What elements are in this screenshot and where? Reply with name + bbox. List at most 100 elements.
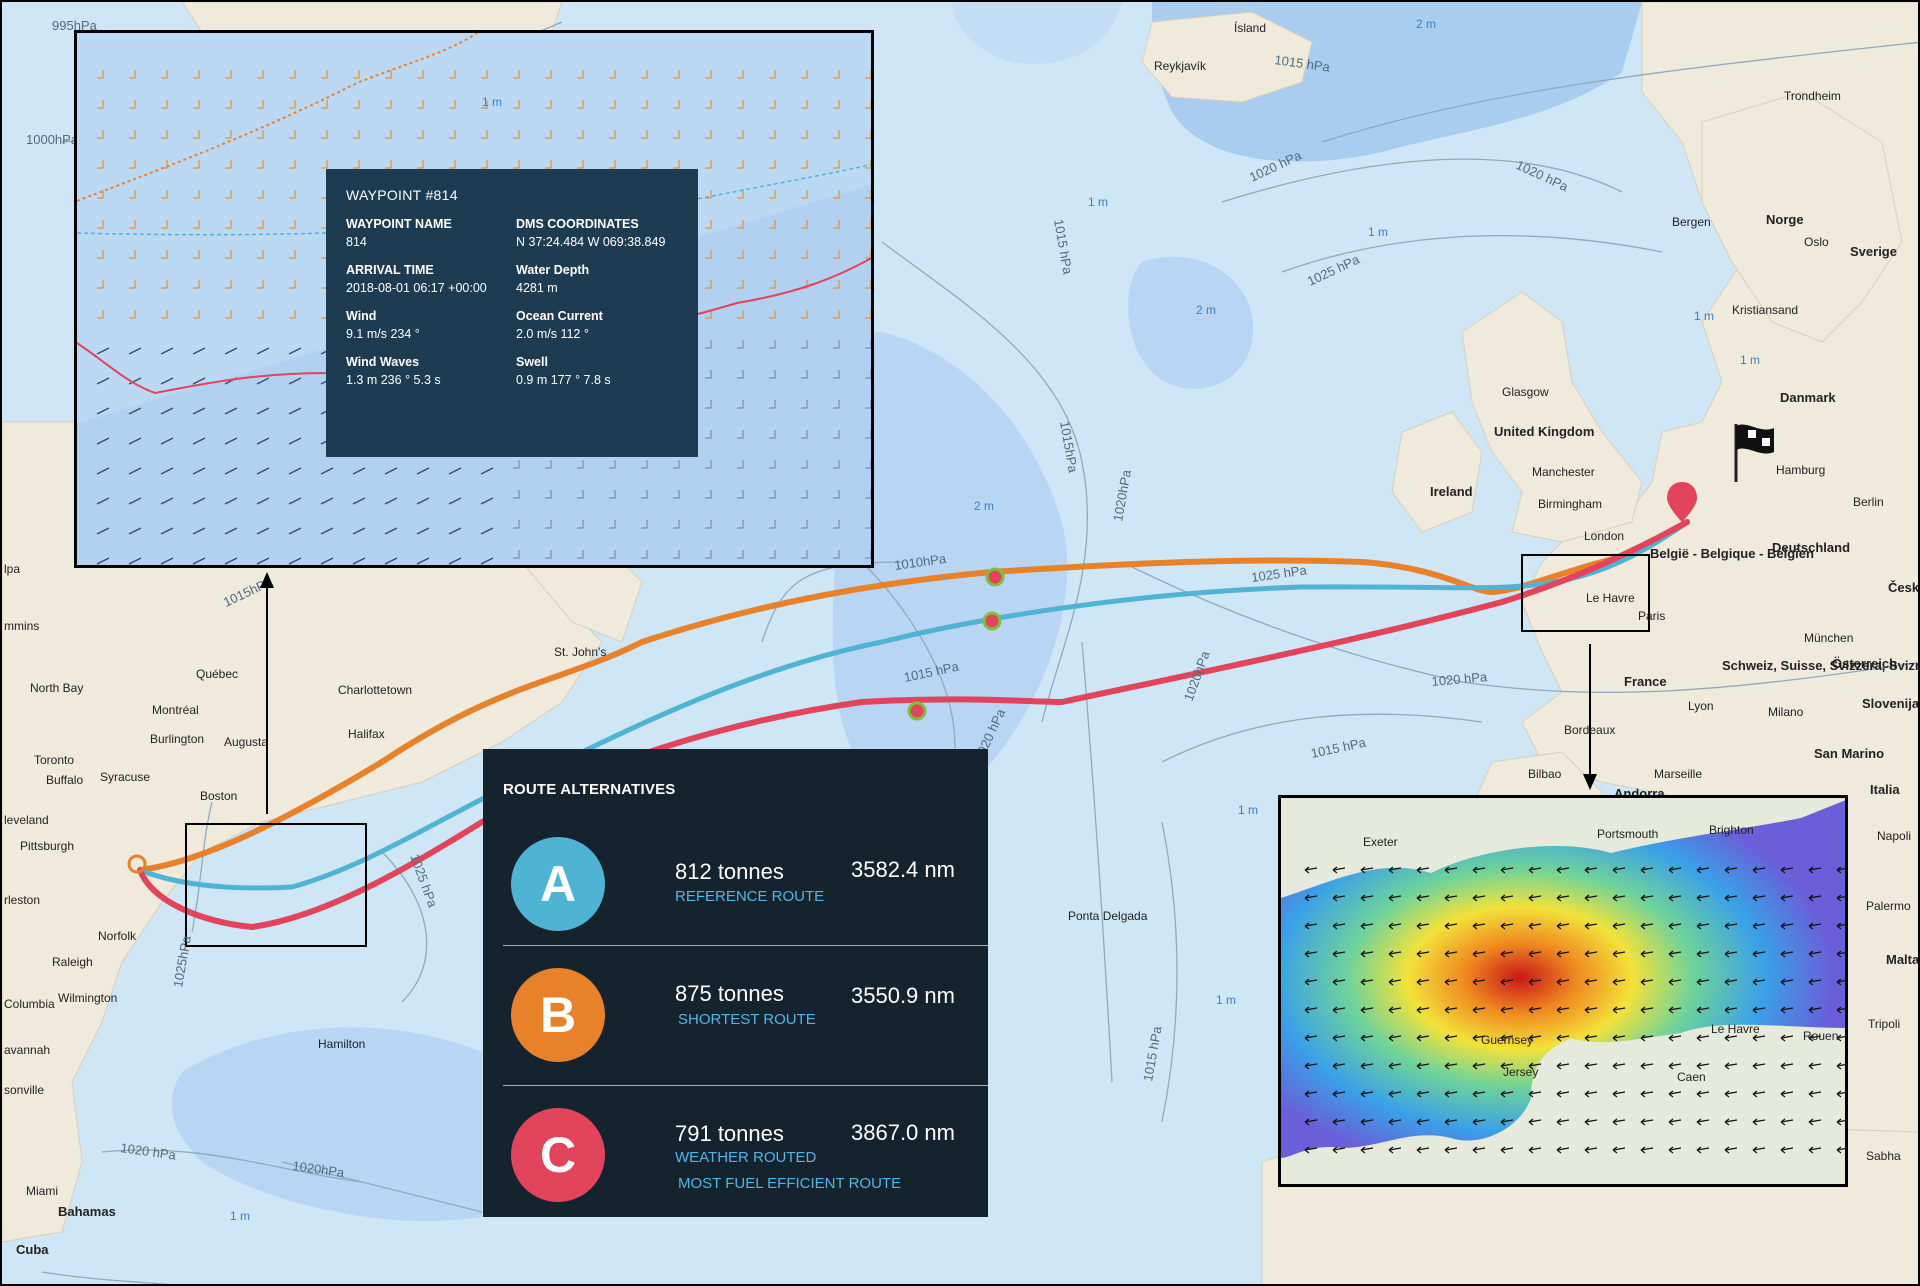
place-label: avannah xyxy=(4,1043,50,1057)
place-label: Miami xyxy=(26,1184,58,1198)
route-card-a[interactable]: A 812 tonnes 3582.4 nm REFERENCE ROUTE xyxy=(503,814,988,954)
tooltip-field: WAYPOINT NAME 814 xyxy=(346,217,452,249)
route-a-waypoint xyxy=(982,611,1002,631)
place-label: Ponta Delgada xyxy=(1068,909,1148,923)
place-label: Milano xyxy=(1768,705,1804,719)
route-alternatives-panel: ROUTE ALTERNATIVES A 812 tonnes 3582.4 n… xyxy=(483,749,988,1217)
place-label: Lyon xyxy=(1688,699,1714,713)
place-label: St. John's xyxy=(554,645,606,659)
place-label: lpa xyxy=(4,562,20,576)
place-label: Sabha xyxy=(1866,1149,1901,1163)
place-label: Charlottetown xyxy=(338,683,412,697)
place-label: rleston xyxy=(4,893,40,907)
place-label: Bergen xyxy=(1672,215,1711,229)
place-label: Manchester xyxy=(1532,465,1595,479)
place-label: Ísland xyxy=(1234,20,1266,35)
place-label: Columbia xyxy=(4,997,55,1011)
place-label: Česk xyxy=(1888,580,1920,595)
route-card-b[interactable]: B 875 tonnes 3550.9 nm SHORTEST ROUTE xyxy=(503,945,988,1085)
place-label: Le Havre xyxy=(1586,591,1635,605)
tooltip-field: ARRIVAL TIME 2018-08-01 06:17 +00:00 xyxy=(346,263,487,295)
route-a-distance: 3582.4 nm xyxy=(851,857,955,882)
arrow-head-up-icon xyxy=(260,572,274,588)
wave-height-label: 2 m xyxy=(974,499,994,513)
place-label: United Kingdom xyxy=(1494,424,1594,439)
place-label: Toronto xyxy=(34,753,74,767)
route-b-description: SHORTEST ROUTE xyxy=(678,1011,816,1028)
place-label: Kristiansand xyxy=(1732,303,1798,317)
place-label: München xyxy=(1804,631,1853,645)
place-label: Le Havre xyxy=(1711,1022,1760,1036)
waypoint-tooltip: WAYPOINT #814 WAYPOINT NAME 814 DMS COORD… xyxy=(326,169,698,457)
place-label: Malta xyxy=(1886,952,1920,967)
place-label: Berlin xyxy=(1853,495,1884,509)
route-a-description: REFERENCE ROUTE xyxy=(675,888,825,905)
wave-height-label: 1 m xyxy=(1088,195,1108,209)
panel-title: ROUTE ALTERNATIVES xyxy=(503,781,676,798)
tooltip-field: Water Depth 4281 m xyxy=(516,263,590,295)
place-label: Portsmouth xyxy=(1597,827,1658,841)
route-c-tonnes: 791 tonnes xyxy=(675,1121,784,1146)
place-label: Boston xyxy=(200,789,237,803)
place-label: Trondheim xyxy=(1784,89,1841,103)
place-label: Syracuse xyxy=(100,770,150,784)
place-label: mmins xyxy=(4,619,39,633)
place-label: Slovenija xyxy=(1862,696,1920,711)
tooltip-field: DMS COORDINATES N 37:24.484 W 069:38.849 xyxy=(516,217,666,249)
wave-height-label: 2 m xyxy=(1196,303,1216,317)
place-label: Jersey xyxy=(1503,1065,1538,1079)
place-label: North Bay xyxy=(30,681,83,695)
wave-height-label: 1 m xyxy=(1368,225,1388,239)
place-label: Wilmington xyxy=(58,991,117,1005)
place-label: Ireland xyxy=(1430,484,1473,499)
route-c-badge: C xyxy=(511,1108,605,1202)
arrow-head-down-icon xyxy=(1583,774,1597,790)
place-label: Burlington xyxy=(150,732,204,746)
route-c-waypoint xyxy=(907,701,927,721)
place-label: Guernsey xyxy=(1481,1033,1533,1047)
place-label: Pittsburgh xyxy=(20,839,74,853)
route-card-c[interactable]: C 791 tonnes 3867.0 nm WEATHER ROUTED MO… xyxy=(503,1085,988,1225)
route-b-badge: B xyxy=(511,968,605,1062)
map-figure: 995hPa 1000hPa 1010hPa 1015 hPa 1015 hPa 1015… xyxy=(0,0,1920,1286)
place-label: Raleigh xyxy=(52,955,93,969)
place-label: Bilbao xyxy=(1528,767,1562,781)
place-label: Tripoli xyxy=(1868,1017,1900,1031)
route-a-tonnes: 812 tonnes xyxy=(675,859,784,884)
inset-wave-label: 1 m xyxy=(482,95,502,109)
wave-height-label: 1 m xyxy=(230,1209,250,1223)
arrow-to-se-inset xyxy=(1589,644,1591,776)
place-label: Québec xyxy=(196,667,238,681)
place-label: Norfolk xyxy=(98,929,137,943)
place-label: London xyxy=(1584,529,1624,543)
place-label: Norge xyxy=(1766,212,1804,227)
place-label: leveland xyxy=(4,813,49,827)
place-label: Hamburg xyxy=(1776,463,1825,477)
place-label: Danmark xyxy=(1780,390,1836,405)
place-label: Glasgow xyxy=(1502,385,1549,399)
waypoint-detail-inset: 1 m WAYPOINT #814 WAYPOINT NAME 814 DMS C… xyxy=(74,30,874,568)
channel-weather-inset: Exeter Portsmouth Brighton Guernsey Jers… xyxy=(1278,795,1848,1187)
place-label: Cuba xyxy=(16,1242,49,1257)
place-label: Napoli xyxy=(1877,829,1911,843)
place-label: France xyxy=(1624,674,1667,689)
place-label: Buffalo xyxy=(46,773,83,787)
place-label: Österreich xyxy=(1832,656,1897,671)
place-label: Marseille xyxy=(1654,767,1702,781)
route-b-tonnes: 875 tonnes xyxy=(675,981,784,1006)
route-divider xyxy=(503,945,988,946)
place-label: Hamilton xyxy=(318,1037,365,1051)
isobar-label: 1000hPa xyxy=(26,132,79,147)
wave-height-label: 1 m xyxy=(1216,993,1236,1007)
place-label: Bahamas xyxy=(58,1204,116,1219)
place-label: Palermo xyxy=(1866,899,1911,913)
route-a-badge: A xyxy=(511,837,605,931)
place-label: Oslo xyxy=(1804,235,1829,249)
place-label: Italia xyxy=(1870,782,1900,797)
place-label: San Marino xyxy=(1814,746,1884,761)
tooltip-field: Wind Waves 1.3 m 236 ° 5.3 s xyxy=(346,355,441,387)
wave-height-label: 1 m xyxy=(1740,353,1760,367)
place-label: sonville xyxy=(4,1083,44,1097)
route-c-description-2: MOST FUEL EFFICIENT ROUTE xyxy=(678,1175,902,1192)
place-label: Brighton xyxy=(1709,823,1754,837)
